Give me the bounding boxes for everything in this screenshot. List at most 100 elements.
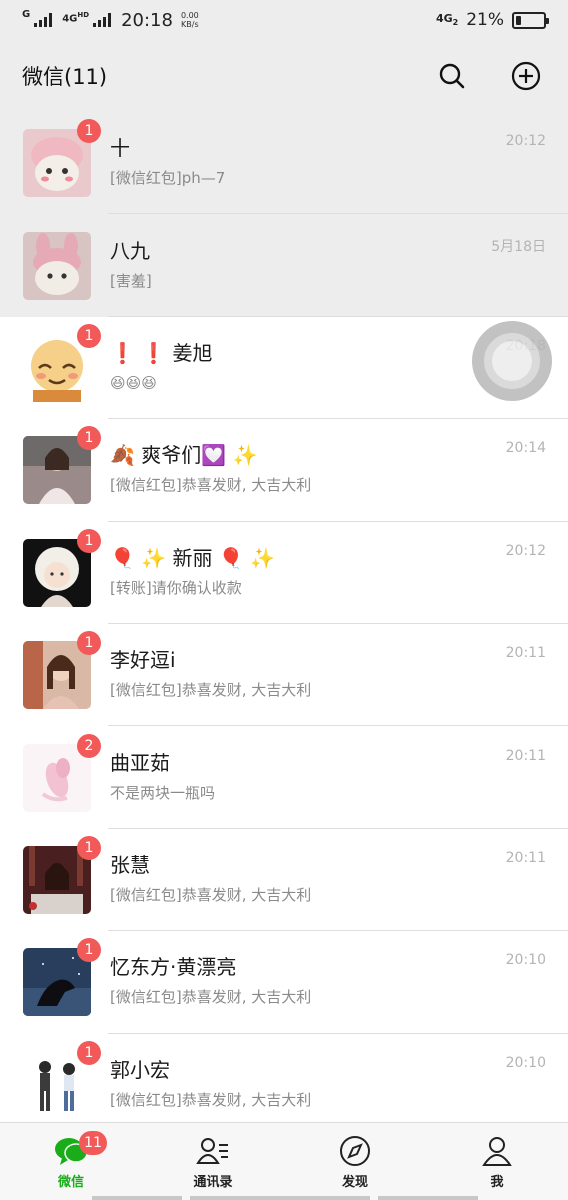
chat-preview: [微信红包]恭喜发财, 大吉大利 [110,988,312,1007]
chat-name: 忆东方·黄漂亮 [110,955,237,980]
floating-window-button[interactable] [472,321,552,401]
chat-row[interactable]: 1 🎈 ✨ 新丽 🎈 ✨ [转账]请你确认收款 20:12 [0,521,568,625]
chat-body: 🍂 爽爷们💟 ✨ [微信红包]恭喜发财, 大吉大利 20:14 [110,436,546,504]
unread-badge: 1 [77,528,101,553]
header-actions [436,60,542,92]
avatar[interactable] [23,231,91,300]
avatar-wrapper: 1 [23,426,101,505]
chat-time: 5月18日 [491,238,546,255]
chat-name: 李好逗i [110,648,176,673]
page-title: 微信(11) [22,65,108,89]
chat-time: 20:11 [505,645,546,662]
chat-row[interactable]: 1 郭小宏 [微信红包]恭喜发财, 大吉大利 20:10 [0,1033,568,1122]
unread-badge: 1 [77,323,101,348]
chat-body: 李好逗i [微信红包]恭喜发财, 大吉大利 20:11 [110,641,546,709]
avatar-wrapper: 2 [23,733,101,812]
contacts-icon [195,1135,231,1167]
chat-name: 张慧 [110,852,150,877]
avatar-wrapper: 1 [23,119,101,198]
chat-preview: 不是两块一瓶吗 [110,783,216,802]
chat-list: 1 十 [微信红包]ph—7 20:12 八九 [害羞] 5月18日 1 ❗️ ❗️ 姜旭 😆😆😆… [0,112,568,1122]
speed-value: 0.00 [180,11,199,20]
chat-body: 十 [微信红包]ph—7 20:12 [110,129,546,197]
chat-body: 忆东方·黄漂亮 [微信红包]恭喜发财, 大吉大利 20:10 [110,948,546,1016]
avatar-wrapper: 1 [23,835,101,914]
unread-badge: 1 [77,835,101,860]
chat-name: 🎈 ✨ 新丽 🎈 ✨ [110,545,276,570]
search-icon[interactable] [436,60,468,92]
chat-row[interactable]: 1 🍂 爽爷们💟 ✨ [微信红包]恭喜发财, 大吉大利 20:14 [0,419,568,522]
unread-badge: 1 [77,119,101,144]
unread-badge: 1 [77,631,101,656]
chat-time: 20:10 [505,952,546,969]
tab-label: 通讯录 [193,1175,233,1190]
chat-row[interactable]: 八九 [害羞] 5月18日 [0,214,568,318]
chat-preview: [害羞] [110,271,152,290]
chat-time: 20:11 [505,747,546,764]
chat-time: 20:12 [505,133,546,150]
nav-indicator [378,1196,478,1200]
chat-preview: [微信红包]恭喜发财, 大吉大利 [110,1090,312,1109]
chat-row[interactable]: 1 十 [微信红包]ph—7 20:12 [0,112,568,215]
signal-1-label: G [22,8,31,20]
status-bar: G 4GHD 20:18 0.00 KB/s 4G2 21% [0,0,568,40]
chat-time: 20:11 [505,849,546,866]
compass-icon [337,1135,373,1167]
app-header: 微信(11) [0,40,568,112]
signal-2-icon [93,13,112,27]
chat-bubble-icon: 11 [53,1131,107,1167]
unread-badge: 1 [77,426,101,451]
unread-badge: 1 [77,938,101,963]
chat-row[interactable]: 1 李好逗i [微信红包]恭喜发财, 大吉大利 20:11 [0,623,568,727]
chat-body: 曲亚茹 不是两块一瓶吗 20:11 [110,744,546,812]
signal-2-sup: HD [77,10,90,19]
tab-chats[interactable]: 11 微信 [0,1123,142,1200]
chat-time: 20:10 [505,1054,546,1071]
tab-me[interactable]: 我 [426,1123,568,1200]
avatar-wrapper: 1 [23,1040,101,1119]
chat-preview: [微信红包]恭喜发财, 大吉大利 [110,476,312,495]
avatar-wrapper: 1 [23,528,101,607]
chat-time: 20:14 [505,440,546,457]
avatar-wrapper: 1 [23,938,101,1017]
network-speed: 0.00 KB/s [181,11,199,29]
chat-preview: [转账]请你确认收款 [110,578,242,597]
tab-label: 我 [490,1175,504,1190]
chat-body: 张慧 [微信红包]恭喜发财, 大吉大利 20:11 [110,846,546,914]
signal-2-label: 4GHD [62,10,89,24]
tab-label: 发现 [341,1175,368,1190]
chat-preview: [微信红包]恭喜发财, 大吉大利 [110,885,312,904]
tab-discover[interactable]: 发现 [284,1123,426,1200]
signal-2-text: 4G [62,12,78,24]
avatar-wrapper: 1 [23,631,101,710]
bottom-tab-bar: 11 微信 通讯录 发现 我 [0,1122,568,1200]
nav-indicator [92,1196,182,1200]
avatar-wrapper [23,231,91,300]
status-time: 20:18 [121,9,173,31]
tab-contacts[interactable]: 通讯录 [142,1123,284,1200]
avatar-wrapper: 1 [23,323,101,402]
battery-percent: 21% [466,10,504,30]
nav-indicator [190,1196,370,1200]
chat-name: 八九 [110,238,150,263]
plus-circle-icon[interactable] [510,60,542,92]
battery-fill [516,15,522,25]
chat-time: 20:12 [505,542,546,559]
network-type: 4G2 [436,12,458,27]
speed-unit: KB/s [181,20,199,29]
network-label: 4G [435,12,453,26]
status-left: G 4GHD 20:18 0.00 KB/s [22,8,199,31]
tab-unread-badge: 11 [79,1131,107,1155]
chat-body: 🎈 ✨ 新丽 🎈 ✨ [转账]请你确认收款 20:12 [110,539,546,607]
network-sub: 2 [452,18,459,28]
tab-label: 微信 [57,1175,84,1190]
unread-badge: 2 [77,733,101,758]
chat-preview: [微信红包]恭喜发财, 大吉大利 [110,681,312,700]
chat-row[interactable]: 1 张慧 [微信红包]恭喜发财, 大吉大利 20:11 [0,828,568,932]
signal-1-icon [34,13,53,27]
person-icon [479,1135,515,1167]
chat-name: 十 [110,136,130,161]
chat-row[interactable]: 2 曲亚茹 不是两块一瓶吗 20:11 [0,726,568,830]
chat-row[interactable]: 1 忆东方·黄漂亮 [微信红包]恭喜发财, 大吉大利 20:10 [0,931,568,1034]
unread-badge: 1 [77,1040,101,1065]
